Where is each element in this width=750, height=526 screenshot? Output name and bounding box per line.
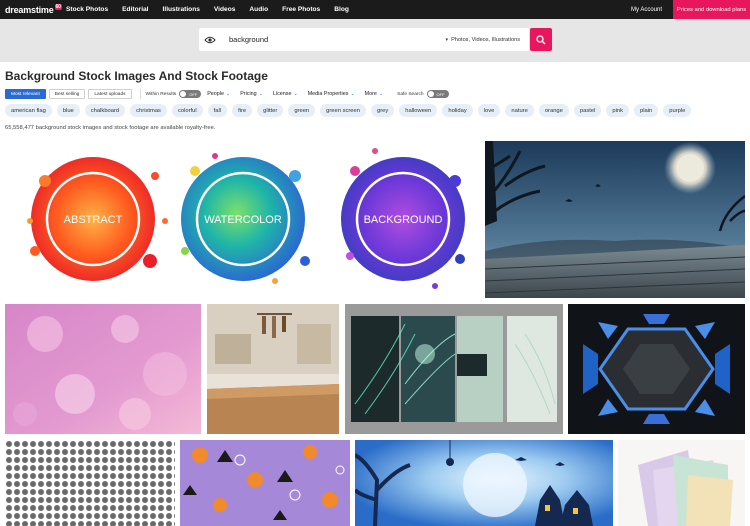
search-scope-label: Photos, Videos, Illustrations [451, 36, 520, 43]
toggle-state: OFF [436, 91, 445, 97]
chevron-down-icon: ⌄ [258, 91, 263, 97]
nav-stock-photos[interactable]: Stock Photos [66, 6, 108, 13]
license-filter-label: License [272, 91, 292, 97]
image-tile-tech-brochure[interactable] [345, 304, 563, 434]
tab-most-relevant[interactable]: Most relevant [5, 89, 46, 99]
tag-blue[interactable]: blue [56, 104, 80, 117]
tag-love[interactable]: love [477, 104, 501, 117]
pink-bokeh-image [5, 304, 201, 434]
search-icon [536, 34, 546, 44]
tab-best-selling[interactable]: Best selling [48, 89, 86, 99]
more-filter[interactable]: More ⌄ [365, 91, 384, 97]
tab-latest-uploads[interactable]: Latest uploads [88, 89, 132, 99]
tag-holiday[interactable]: holiday [442, 104, 473, 117]
top-navigation: dreamstime 60 Stock Photos Editorial Illu… [0, 0, 750, 19]
tag-pastel[interactable]: pastel [573, 104, 602, 117]
nav-blog[interactable]: Blog [334, 6, 349, 13]
tag-fall[interactable]: fall [207, 104, 228, 117]
eye-icon[interactable] [199, 28, 221, 51]
related-tags: american flag blue chalkboard christmas … [5, 104, 696, 117]
chevron-down-icon: ⌄ [293, 91, 298, 97]
hexagon-tech-image [568, 304, 745, 434]
halloween-pattern-image [180, 440, 350, 526]
tag-green[interactable]: green [288, 104, 316, 117]
nav-right: My Account Prices and download plans [631, 0, 750, 19]
pricing-filter[interactable]: Pricing ⌄ [240, 91, 263, 97]
main-nav-links: Stock Photos Editorial Illustrations Vid… [66, 0, 363, 19]
divider [139, 89, 141, 99]
safe-search-toggle[interactable]: OFF [426, 90, 449, 98]
image-tile-halloween-pattern[interactable] [180, 440, 350, 526]
chevron-down-icon: ⌄ [378, 91, 384, 97]
watercolor-circles-image: ABSTRACT WATERCOLOR BACKGROUND [27, 148, 465, 289]
tag-halloween[interactable]: halloween [399, 104, 438, 117]
chevron-down-icon: ⌄ [226, 91, 231, 97]
dreamstime-logo[interactable]: dreamstime 60 [0, 0, 66, 19]
tag-fire[interactable]: fire [232, 104, 253, 117]
result-count: 65,558,477 background stock images and s… [5, 125, 216, 131]
license-filter[interactable]: License ⌄ [273, 91, 298, 97]
nav-editorial[interactable]: Editorial [122, 6, 148, 13]
halftone-dots-image [5, 440, 175, 526]
logo-text: dreamstime [5, 4, 54, 15]
tag-colorful[interactable]: colorful [171, 104, 203, 117]
tag-nature[interactable]: nature [505, 104, 534, 117]
tag-green-screen[interactable]: green screen [320, 104, 366, 117]
chevron-down-icon: ▾ [445, 36, 449, 43]
more-filter-label: More [364, 91, 377, 97]
search-scope-dropdown[interactable]: ▾ Photos, Videos, Illustrations [446, 28, 520, 51]
chevron-down-icon: ⌄ [350, 91, 355, 97]
tag-glitter[interactable]: glitter [257, 104, 284, 117]
image-tile-watercolor-circles[interactable]: ABSTRACT WATERCOLOR BACKGROUND [5, 141, 483, 298]
nav-videos[interactable]: Videos [214, 6, 236, 13]
media-properties-filter-label: Media Properties [307, 91, 349, 97]
within-results-label: Within Results [145, 91, 177, 97]
image-tile-moonlit-wood[interactable] [485, 141, 745, 298]
people-filter[interactable]: People ⌄ [207, 91, 230, 97]
tag-orange[interactable]: orange [538, 104, 569, 117]
image-tile-halftone-dots[interactable] [5, 440, 175, 526]
kitchen-table-image [207, 304, 339, 434]
search-button[interactable] [530, 28, 552, 51]
pastel-papers-image [618, 440, 745, 526]
haunted-house-image [355, 440, 613, 526]
watercolor-word-background: BACKGROUND [364, 214, 443, 226]
image-tile-pastel-papers[interactable] [618, 440, 745, 526]
pricing-filter-label: Pricing [240, 91, 257, 97]
search-band: ▾Photos, Videos, Illustrations [0, 19, 750, 62]
image-tile-pink-bokeh[interactable] [5, 304, 201, 434]
moonlit-night-image [485, 141, 745, 298]
logo-badge: 60 [54, 3, 62, 10]
toggle-state: OFF [189, 91, 198, 97]
image-tile-kitchen-table[interactable] [207, 304, 339, 434]
nav-free-photos[interactable]: Free Photos [282, 6, 320, 13]
search-input[interactable] [229, 29, 409, 50]
search-box: ▾Photos, Videos, Illustrations [199, 28, 529, 51]
page-title: Background Stock Images And Stock Footag… [5, 69, 268, 83]
tag-plain[interactable]: plain [634, 104, 659, 117]
tag-pink[interactable]: pink [606, 104, 629, 117]
nav-audio[interactable]: Audio [249, 6, 268, 13]
image-tile-hexagon-tech[interactable] [568, 304, 745, 434]
filter-bar: Most relevant Best selling Latest upload… [5, 89, 455, 99]
tag-purple[interactable]: purple [663, 104, 692, 117]
tech-brochure-image [345, 304, 563, 434]
my-account-link[interactable]: My Account [631, 7, 662, 13]
media-properties-filter[interactable]: Media Properties ⌄ [308, 91, 355, 97]
within-results-toggle[interactable]: OFF [179, 90, 202, 98]
people-filter-label: People [207, 91, 224, 97]
tag-chalkboard[interactable]: chalkboard [84, 104, 126, 117]
toggle-knob [427, 91, 434, 97]
tag-christmas[interactable]: christmas [130, 104, 167, 117]
nav-illustrations[interactable]: Illustrations [163, 6, 200, 13]
watercolor-word-watercolor: WATERCOLOR [204, 214, 282, 226]
tag-american-flag[interactable]: american flag [5, 104, 52, 117]
tag-grey[interactable]: grey [370, 104, 395, 117]
toggle-knob [180, 91, 187, 97]
image-tile-haunted-house[interactable] [355, 440, 613, 526]
pricing-button[interactable]: Prices and download plans [673, 0, 750, 19]
safe-search-label: Safe Search [397, 91, 424, 97]
watercolor-word-abstract: ABSTRACT [64, 214, 123, 226]
